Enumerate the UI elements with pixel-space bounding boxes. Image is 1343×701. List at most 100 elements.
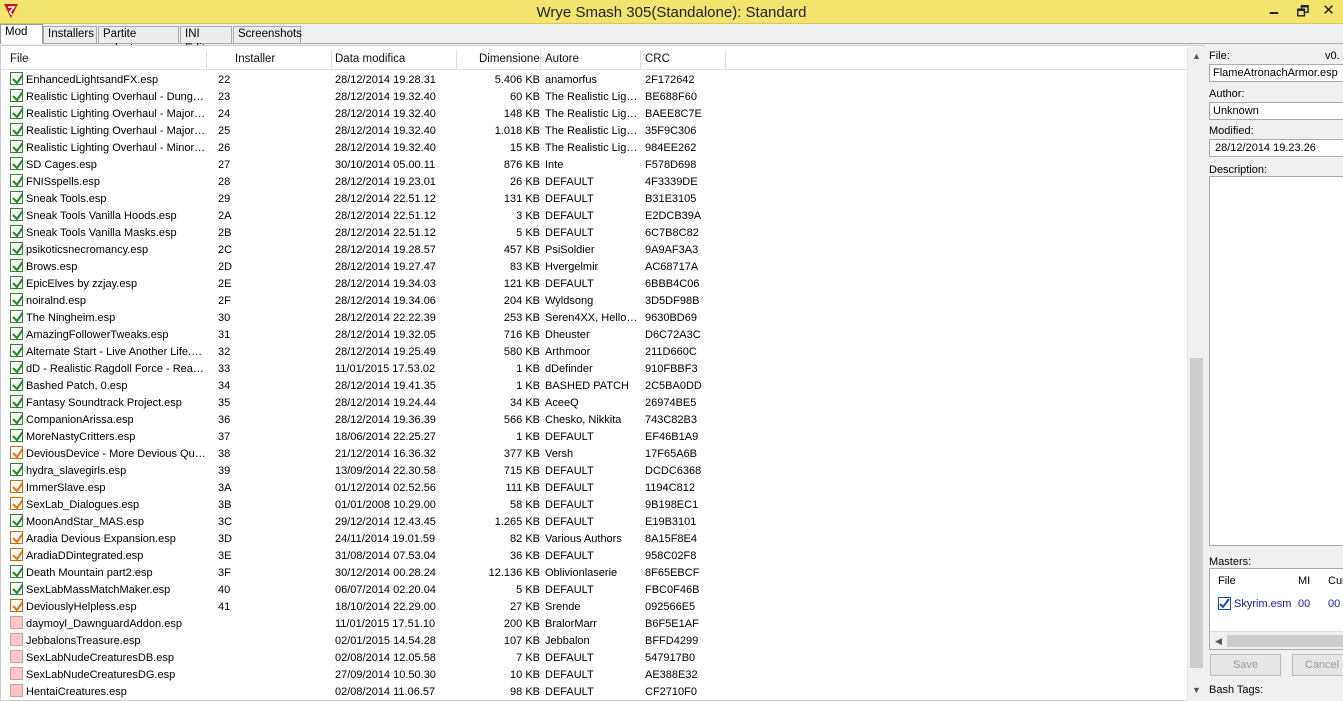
mod-checkbox[interactable] (10, 650, 23, 663)
mod-checkbox[interactable] (10, 548, 23, 561)
table-row[interactable]: AmazingFollowerTweaks.esp 31 28/12/2014 19… (1, 327, 1187, 344)
table-row[interactable]: SD Cages.esp 27 30/10/2014 05.00.11 876 KB I… (1, 157, 1187, 174)
description-field[interactable] (1209, 176, 1343, 546)
tab-ini-edits[interactable]: INI Edits (180, 26, 232, 55)
table-row[interactable]: Brows.esp 2D 28/12/2014 19.27.47 83 KB Hverg… (1, 259, 1187, 276)
table-row[interactable]: SexLabMassMatchMaker.esp 40 06/07/2014 02.… (1, 582, 1187, 599)
table-row[interactable]: DeviousDevice - More Devious Quest.esp 38… (1, 446, 1187, 463)
mod-checkbox[interactable] (10, 310, 23, 323)
table-row[interactable]: AradiaDDintegrated.esp 3E 31/08/2014 07.53… (1, 548, 1187, 565)
table-row[interactable]: Realistic Lighting Overhaul - Dungeons.e… (1, 89, 1187, 106)
scrollbar-thumb[interactable] (1190, 358, 1203, 668)
mod-checkbox[interactable] (10, 667, 23, 680)
column-header-crc[interactable]: CRC (645, 53, 670, 65)
mod-checkbox[interactable] (10, 395, 23, 408)
scrollbar-thumb[interactable] (1227, 635, 1343, 647)
vertical-scrollbar[interactable]: ▲ ▼ (1187, 47, 1204, 701)
table-row[interactable]: EpicElves by zzjay.esp 2E 28/12/2014 19.34… (1, 276, 1187, 293)
scroll-down-icon[interactable]: ▼ (1190, 683, 1203, 697)
table-row[interactable]: ImmerSlave.esp 3A 01/12/2014 02.52.56 111 K… (1, 480, 1187, 497)
masters-horizontal-scrollbar[interactable]: ◀ (1210, 631, 1343, 649)
scroll-left-icon[interactable]: ◀ (1212, 634, 1225, 648)
mod-checkbox[interactable] (10, 225, 23, 238)
tab-screenshots[interactable]: Screenshots (233, 26, 302, 43)
column-divider[interactable] (331, 50, 332, 70)
table-row[interactable]: Death Mountain part2.esp 3F 30/12/2014 00.… (1, 565, 1187, 582)
column-divider[interactable] (725, 50, 726, 70)
column-divider[interactable] (206, 50, 207, 70)
mod-checkbox[interactable] (10, 446, 23, 459)
table-row[interactable]: daymoyl_DawnguardAddon.esp 11/01/2015 17.… (1, 616, 1187, 633)
masters-column-file[interactable]: File (1218, 575, 1236, 587)
table-row[interactable]: CompanionArissa.esp 36 28/12/2014 19.36.39… (1, 412, 1187, 429)
mod-checkbox[interactable] (10, 514, 23, 527)
column-divider[interactable] (456, 50, 457, 70)
mod-checkbox[interactable] (10, 361, 23, 374)
mod-checkbox[interactable] (10, 242, 23, 255)
mod-checkbox[interactable] (10, 327, 23, 340)
mod-checkbox[interactable] (10, 276, 23, 289)
table-row[interactable]: Sneak Tools Vanilla Hoods.esp 2A 28/12/201… (1, 208, 1187, 225)
master-checkbox[interactable] (1218, 597, 1231, 610)
mod-checkbox[interactable] (10, 140, 23, 153)
mod-checkbox[interactable] (10, 429, 23, 442)
table-row[interactable]: hydra_slavegirls.esp 39 13/09/2014 22.30.5… (1, 463, 1187, 480)
table-row[interactable]: FNISspells.esp 28 28/12/2014 19.23.01 26 KB… (1, 174, 1187, 191)
table-row[interactable]: Fantasy Soundtrack Project.esp 35 28/12/20… (1, 395, 1187, 412)
mod-checkbox[interactable] (10, 174, 23, 187)
mod-checkbox[interactable] (10, 89, 23, 102)
tab-mod[interactable]: Mod (0, 24, 43, 44)
mod-checkbox[interactable] (10, 259, 23, 272)
mod-checkbox[interactable] (10, 344, 23, 357)
file-name-field[interactable]: FlameAtronachArmor.esp (1209, 64, 1343, 82)
column-header-installer[interactable]: Installer (235, 53, 275, 65)
column-header-date[interactable]: Data modifica (335, 53, 405, 65)
table-row[interactable]: psikoticsnecromancy.esp 2C 28/12/2014 19.2… (1, 242, 1187, 259)
mod-checkbox[interactable] (10, 106, 23, 119)
mod-checkbox[interactable] (10, 191, 23, 204)
mod-checkbox[interactable] (10, 293, 23, 306)
mod-checkbox[interactable] (10, 599, 23, 612)
cancel-button[interactable]: Cancel (1292, 654, 1343, 676)
master-file-name[interactable]: Skyrim.esm (1234, 598, 1291, 610)
maximize-button[interactable]: 🗗 (1289, 2, 1317, 20)
table-row[interactable]: The Ningheim.esp 30 28/12/2014 22.22.39 253… (1, 310, 1187, 327)
tab-installers[interactable]: Installers (43, 26, 97, 43)
column-divider[interactable] (640, 50, 641, 70)
table-row[interactable]: Aradia Devious Expansion.esp 3D 24/11/2014… (1, 531, 1187, 548)
table-row[interactable]: DeviouslyHelpless.esp 41 18/10/2014 22.29.… (1, 599, 1187, 616)
column-header-author[interactable]: Autore (545, 53, 579, 65)
mod-checkbox[interactable] (10, 582, 23, 595)
table-row[interactable]: EnhancedLightsandFX.esp 22 28/12/2014 19.2… (1, 72, 1187, 89)
table-row[interactable]: SexLab_Dialogues.esp 3B 01/01/2008 10.29.0… (1, 497, 1187, 514)
masters-column-mi[interactable]: MI (1298, 575, 1310, 587)
table-row[interactable]: Alternate Start - Live Another Life.esp 3… (1, 344, 1187, 361)
table-row[interactable]: SexLabNudeCreaturesDB.esp 02/08/2014 12.0… (1, 650, 1187, 667)
save-button[interactable]: Save (1210, 654, 1281, 676)
mod-checkbox[interactable] (10, 497, 23, 510)
table-row[interactable]: Realistic Lighting Overhaul - Minor Town… (1, 140, 1187, 157)
mod-checkbox[interactable] (10, 684, 23, 697)
mod-checkbox[interactable] (10, 208, 23, 221)
mod-checkbox[interactable] (10, 72, 23, 85)
author-field[interactable]: Unknown (1209, 102, 1343, 120)
minimize-button[interactable]: 🗕 (1260, 2, 1288, 20)
close-button[interactable]: ✕ (1314, 2, 1343, 20)
mod-checkbox[interactable] (10, 123, 23, 136)
table-row[interactable]: MoonAndStar_MAS.esp 3C 29/12/2014 12.43.45… (1, 514, 1187, 531)
column-header-size[interactable]: Dimensione (479, 53, 540, 65)
mod-checkbox[interactable] (10, 565, 23, 578)
tab-saved-games[interactable]: Partite salvate (98, 26, 179, 55)
mod-checkbox[interactable] (10, 531, 23, 544)
masters-column-current[interactable]: Cur (1328, 575, 1343, 587)
table-row[interactable]: JebbalonsTreasure.esp 02/01/2015 14.54.28… (1, 633, 1187, 650)
table-row[interactable]: Bashed Patch, 0.esp 34 28/12/2014 19.41.35… (1, 378, 1187, 395)
table-row[interactable]: dD - Realistic Ragdoll Force - Realistic… (1, 361, 1187, 378)
mod-checkbox[interactable] (10, 412, 23, 425)
table-row[interactable]: HentaiCreatures.esp 02/08/2014 11.06.57 98… (1, 684, 1187, 701)
mod-checkbox[interactable] (10, 463, 23, 476)
column-header-file[interactable]: File (10, 53, 29, 65)
table-row[interactable]: Realistic Lighting Overhaul - Major Town… (1, 123, 1187, 140)
mod-checkbox[interactable] (10, 157, 23, 170)
scroll-up-icon[interactable]: ▲ (1190, 49, 1203, 63)
